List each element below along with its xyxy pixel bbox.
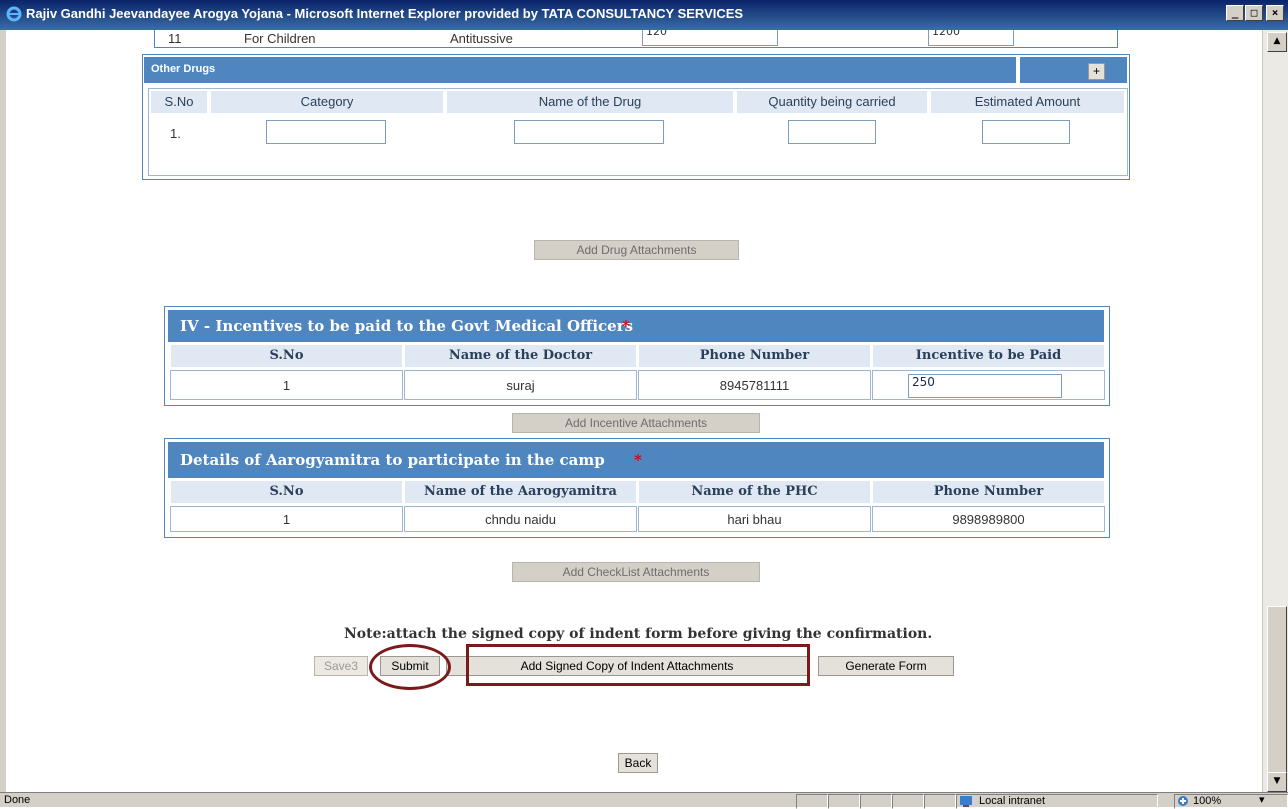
incentives-row-sno: 1 <box>170 370 403 400</box>
incentives-col-doctor: Name of the Doctor <box>404 344 637 368</box>
aarogyamitra-row-phc: hari bhau <box>638 506 871 532</box>
confirmation-note: Note:attach the signed copy of indent fo… <box>344 626 933 642</box>
scroll-down-arrow-icon[interactable]: ▼ <box>1267 772 1287 792</box>
aarogyamitra-col-phc: Name of the PHC <box>638 480 871 504</box>
save-button[interactable]: Save3 <box>314 656 368 676</box>
status-text: Done <box>4 794 31 806</box>
window-title: Rajiv Gandhi Jeevandayee Arogya Yojana -… <box>26 6 744 21</box>
intranet-globe-icon <box>960 796 972 807</box>
incentives-title: IV - Incentives to be paid to the Govt M… <box>180 317 634 335</box>
signed-copy-highlight-box <box>466 644 810 686</box>
aarogyamitra-row-phone: 9898989800 <box>872 506 1105 532</box>
previous-row-drug: Antitussive <box>450 31 513 46</box>
aarogyamitra-header: Details of Aarogyamitra to participate i… <box>168 442 1104 478</box>
other-drugs-amount-input[interactable] <box>982 120 1070 144</box>
incentives-col-phone: Phone Number <box>638 344 871 368</box>
aarogyamitra-col-phone: Phone Number <box>872 480 1105 504</box>
window-title-bar: Rajiv Gandhi Jeevandayee Arogya Yojana -… <box>0 0 1288 30</box>
col-header-drug-name: Name of the Drug <box>446 90 734 114</box>
add-drug-attachments-button[interactable]: Add Drug Attachments <box>534 240 739 260</box>
aarogyamitra-col-name: Name of the Aarogyamitra <box>404 480 637 504</box>
aarogyamitra-required-mark: * <box>634 451 642 469</box>
other-drugs-quantity-input[interactable] <box>788 120 876 144</box>
close-button[interactable]: × <box>1266 5 1284 21</box>
aarogyamitra-col-sno: S.No <box>170 480 403 504</box>
incentives-col-sno: S.No <box>170 344 403 368</box>
aarogyamitra-row-name: chndu naidu <box>404 506 637 532</box>
col-header-sno: S.No <box>150 90 208 114</box>
scroll-up-arrow-icon[interactable]: ▲ <box>1267 32 1287 52</box>
generate-form-button[interactable]: Generate Form <box>818 656 954 676</box>
add-incentive-attachments-button[interactable]: Add Incentive Attachments <box>512 413 760 433</box>
col-header-quantity: Quantity being carried <box>736 90 928 114</box>
zoom-level: 100% <box>1193 795 1222 807</box>
vertical-scrollbar[interactable]: ▲ ▼ <box>1262 30 1288 792</box>
page-content[interactable]: 11 For Children Antitussive 120 1200 Oth… <box>6 30 1262 792</box>
other-drugs-name-input[interactable] <box>514 120 664 144</box>
internet-explorer-icon <box>6 6 22 22</box>
other-drugs-add-cell <box>1020 57 1127 83</box>
incentives-header: IV - Incentives to be paid to the Govt M… <box>168 310 1104 342</box>
col-header-category: Category <box>210 90 444 114</box>
previous-row-sno: 11 <box>168 31 182 46</box>
previous-row-category: For Children <box>244 31 316 46</box>
incentives-col-incentive: Incentive to be Paid <box>872 344 1105 368</box>
back-button[interactable]: Back <box>618 753 658 773</box>
aarogyamitra-row-sno: 1 <box>170 506 403 532</box>
incentives-required-mark: * <box>622 317 630 335</box>
zoom-icon <box>1178 796 1188 806</box>
incentives-row-phone: 8945781111 <box>638 370 871 400</box>
other-drugs-title: Other Drugs <box>151 63 216 75</box>
maximize-button[interactable]: □ <box>1245 5 1263 21</box>
status-bar: Done Local intranet 100% ▾ <box>0 792 1288 809</box>
col-header-estimated-amount: Estimated Amount <box>930 90 1125 114</box>
submit-highlight-ellipse <box>369 644 451 690</box>
previous-row-amount-input[interactable]: 1200 <box>928 30 1014 46</box>
security-zone-label: Local intranet <box>979 795 1046 807</box>
previous-row-quantity-input[interactable]: 120 <box>642 30 778 46</box>
add-row-button[interactable]: + <box>1088 63 1105 80</box>
minimize-button[interactable]: _ <box>1226 5 1244 21</box>
other-drugs-category-input[interactable] <box>266 120 386 144</box>
add-checklist-attachments-button[interactable]: Add CheckList Attachments <box>512 562 760 582</box>
zoom-dropdown-icon[interactable]: ▾ <box>1259 793 1265 806</box>
aarogyamitra-title: Details of Aarogyamitra to participate i… <box>180 451 605 469</box>
scrollbar-thumb[interactable] <box>1267 606 1287 778</box>
other-drugs-header: Other Drugs <box>144 57 1016 83</box>
other-drugs-row-sno: 1. <box>170 126 181 141</box>
incentive-amount-input[interactable]: 250 <box>908 374 1062 398</box>
incentives-row-doctor: suraj <box>404 370 637 400</box>
